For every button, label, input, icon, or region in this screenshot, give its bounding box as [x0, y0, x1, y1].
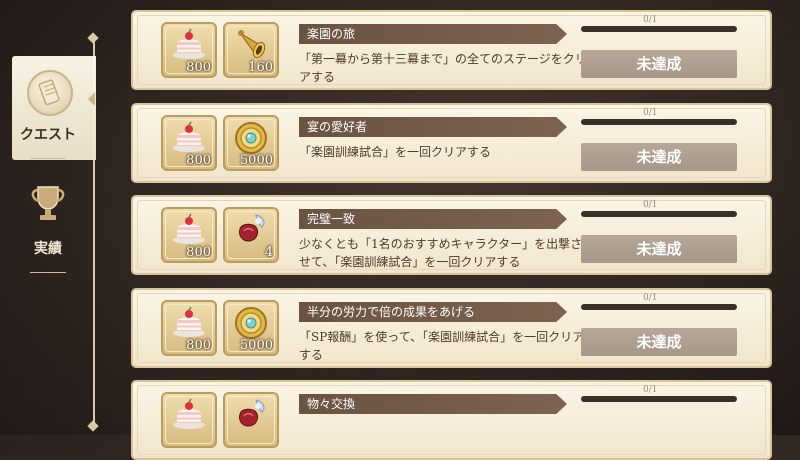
quest-card[interactable]: 800 160 楽園の旅「第一幕から第十三幕まで」の全てのステージをクリアする 0/1…	[131, 10, 772, 90]
quest-description: 少なくとも「1名のおすすめキャラクター」を出撃させて、「楽園訓練試合」を一回クリ…	[299, 237, 583, 269]
quest-card[interactable]: 800 5000 半分の労力で倍の成果をあげる「SP報酬」を使って、「楽園訓練試合」…	[131, 288, 772, 368]
gold-coin-icon	[232, 304, 270, 346]
status-button[interactable]: 未達成	[581, 50, 737, 78]
reward-quantity: 800	[186, 153, 211, 168]
quest-title: 物々交換	[299, 394, 567, 414]
reward-item[interactable]: 800	[161, 300, 217, 356]
reward-quantity: 800	[186, 60, 211, 75]
cake-icon	[170, 28, 208, 66]
scroll-icon	[27, 70, 73, 116]
reward-quantity: 5000	[239, 153, 273, 168]
progress-text: 0/1	[643, 385, 658, 395]
quest-title: 宴の愛好者	[299, 117, 567, 137]
sidebar-divider	[30, 272, 66, 273]
reward-item[interactable]: 800	[161, 22, 217, 78]
reward-item[interactable]: 160	[223, 22, 279, 78]
cake-icon	[170, 398, 208, 436]
reward-item[interactable]	[161, 392, 217, 448]
cake-icon	[170, 306, 208, 344]
status-button[interactable]: 未達成	[581, 143, 737, 171]
horn-icon	[234, 27, 268, 67]
reward-item[interactable]	[223, 392, 279, 448]
tab-quest-label: クエスト	[20, 127, 76, 143]
reward-item[interactable]: 800	[161, 115, 217, 171]
status-button[interactable]: 未達成	[581, 328, 737, 356]
trophy-icon	[28, 183, 68, 229]
progress-bar	[581, 304, 737, 310]
sidebar-divider	[30, 158, 66, 159]
quest-description: 「第一幕から第十三幕まで」の全てのステージをクリアする	[299, 52, 587, 84]
quest-title: 半分の労力で倍の成果をあげる	[299, 302, 567, 322]
quest-card[interactable]: 800 4 完璧一致少なくとも「1名のおすすめキャラクター」を出撃させて、「楽園訓練…	[131, 195, 772, 275]
reward-quantity: 800	[186, 338, 211, 353]
progress-bar	[581, 211, 737, 217]
reward-quantity: 4	[264, 245, 273, 260]
reward-item[interactable]: 5000	[223, 300, 279, 356]
reward-item[interactable]: 800	[161, 207, 217, 263]
reward-item[interactable]: 5000	[223, 115, 279, 171]
sidebar: クエスト 実績	[0, 0, 96, 435]
progress-text: 0/1	[643, 293, 658, 303]
quest-title: 楽園の旅	[299, 24, 567, 44]
tab-achievements-label: 実績	[34, 241, 62, 257]
reward-quantity: 160	[248, 60, 273, 75]
quest-description: 「楽園訓練試合」を一回クリアする	[299, 145, 492, 159]
active-tab-arrow	[88, 92, 95, 106]
progress-text: 0/1	[643, 15, 658, 25]
cake-icon	[170, 121, 208, 159]
cake-icon	[170, 213, 208, 251]
reward-item[interactable]: 4	[223, 207, 279, 263]
progress-text: 0/1	[643, 108, 658, 118]
gold-coin-icon	[232, 119, 270, 161]
crystal-icon	[232, 396, 270, 438]
quest-card[interactable]: 物々交換 0/1	[131, 380, 772, 460]
quest-description: 「SP報酬」を使って、「楽園訓練試合」を一回クリアする	[299, 330, 585, 362]
progress-text: 0/1	[643, 200, 658, 210]
quest-card[interactable]: 800 5000 宴の愛好者「楽園訓練試合」を一回クリアする 0/1 未達成	[131, 103, 772, 183]
reward-quantity: 5000	[239, 338, 273, 353]
crystal-icon	[232, 211, 270, 253]
quest-title: 完璧一致	[299, 209, 567, 229]
progress-bar	[581, 396, 737, 402]
progress-bar	[581, 26, 737, 32]
reward-quantity: 800	[186, 245, 211, 260]
status-button[interactable]: 未達成	[581, 235, 737, 263]
progress-bar	[581, 119, 737, 125]
